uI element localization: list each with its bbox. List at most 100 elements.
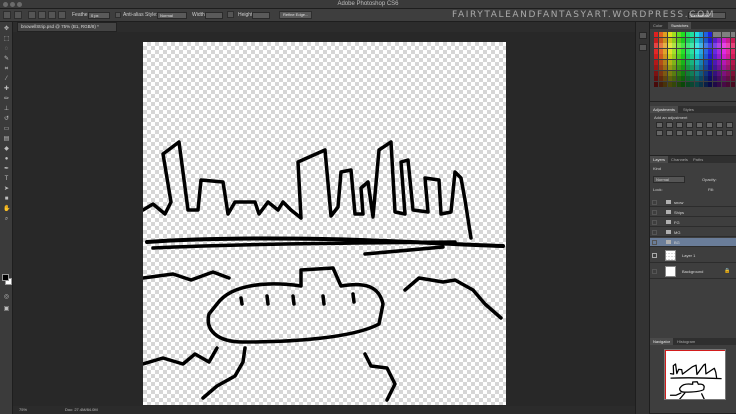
color-swatch[interactable] [699,43,703,48]
color-swatch[interactable] [667,76,672,81]
color-lookup-icon[interactable] [676,130,683,136]
color-swatch[interactable] [667,81,672,87]
color-swatch[interactable] [699,54,703,59]
color-swatch[interactable] [712,76,717,81]
color-swatch[interactable] [672,37,676,43]
color-swatch[interactable] [676,59,681,65]
color-swatch[interactable] [672,65,676,70]
color-swatch[interactable] [676,76,681,81]
color-swatch[interactable] [681,59,685,65]
color-swatch[interactable] [730,59,735,65]
color-swatch[interactable] [717,48,721,54]
color-swatch[interactable] [681,70,685,76]
color-swatch[interactable] [712,54,717,59]
visibility-icon[interactable] [652,210,657,215]
color-swatch[interactable] [690,54,694,59]
tab-channels[interactable]: Channels [668,156,691,163]
color-swatch[interactable] [721,70,726,76]
style-select[interactable]: Normal [157,12,187,19]
color-swatch[interactable] [690,70,694,76]
move-tool-icon[interactable]: ✥ [3,26,10,32]
color-swatch[interactable] [676,65,681,70]
color-swatch[interactable] [654,70,658,76]
shape-tool-icon[interactable]: ■ [3,196,10,202]
color-swatch[interactable] [658,43,663,48]
color-swatch[interactable] [667,43,672,48]
color-swatch[interactable] [663,32,667,37]
layer-row[interactable]: MG [650,228,736,237]
color-swatch[interactable] [730,48,735,54]
color-swatch[interactable] [667,54,672,59]
marquee-preset-icon[interactable] [14,11,22,19]
color-swatch[interactable] [699,59,703,65]
color-swatch[interactable] [681,37,685,43]
color-swatch[interactable] [717,43,721,48]
blend-mode-select[interactable]: Normal [653,176,685,183]
gradient-map-icon[interactable] [716,130,723,136]
color-balance-icon[interactable] [716,122,723,128]
color-swatch[interactable] [654,81,658,87]
home-icon[interactable] [3,11,11,19]
visibility-icon[interactable] [652,230,657,235]
black-white-icon[interactable] [726,122,733,128]
color-swatch[interactable] [712,48,717,54]
clone-stamp-icon[interactable]: ⊥ [3,106,10,112]
color-swatch[interactable] [658,37,663,43]
color-swatch[interactable] [663,54,667,59]
visibility-icon[interactable] [652,269,657,274]
add-selection-icon[interactable] [38,11,46,19]
color-swatch[interactable] [676,54,681,59]
color-swatch[interactable] [730,76,735,81]
color-swatch[interactable] [667,37,672,43]
color-swatch[interactable] [721,59,726,65]
quick-mask-icon[interactable]: ◎ [3,294,10,300]
channel-mixer-icon[interactable] [666,130,673,136]
layer-filter-kind[interactable]: Kind [653,166,661,171]
color-swatch[interactable] [685,59,690,65]
screen-mode-icon[interactable]: ▣ [3,306,10,312]
color-swatch[interactable] [708,32,712,37]
navigator-view-box[interactable] [665,350,725,399]
color-swatch[interactable] [690,43,694,48]
intersect-selection-icon[interactable] [58,11,66,19]
color-swatch[interactable] [676,70,681,76]
color-swatch[interactable] [708,59,712,65]
color-swatch[interactable] [699,65,703,70]
height-input[interactable] [252,12,270,19]
color-swatch[interactable] [708,76,712,81]
color-swatch[interactable] [712,32,717,37]
color-swatch[interactable] [690,59,694,65]
color-swatch[interactable] [676,32,681,37]
color-swatch[interactable] [694,65,699,70]
visibility-icon[interactable] [652,240,657,245]
color-swatch[interactable] [663,37,667,43]
color-swatch[interactable] [685,76,690,81]
eyedropper-tool-icon[interactable]: ⁄ [3,76,10,82]
color-swatch[interactable] [717,76,721,81]
color-swatch[interactable] [726,37,730,43]
color-swatch[interactable] [717,54,721,59]
color-swatch[interactable] [730,32,735,37]
color-swatch[interactable] [726,32,730,37]
color-swatch[interactable] [685,32,690,37]
layer-row[interactable]: Background 🔒 [650,264,736,279]
swap-dimensions-icon[interactable] [227,11,234,18]
visibility-icon[interactable] [652,200,657,205]
color-swatch[interactable] [658,70,663,76]
color-swatch[interactable] [699,48,703,54]
color-swatch[interactable] [717,32,721,37]
invert-icon[interactable] [686,130,693,136]
exposure-icon[interactable] [686,122,693,128]
hand-tool-icon[interactable]: ✋ [3,206,10,212]
refine-edge-button[interactable]: Refine Edge... [279,11,313,19]
subtract-selection-icon[interactable] [48,11,56,19]
color-swatch[interactable] [658,76,663,81]
color-swatch[interactable] [681,81,685,87]
properties-panel-icon[interactable] [639,44,647,51]
color-swatch[interactable] [730,81,735,87]
color-swatch[interactable] [708,43,712,48]
tab-color[interactable]: Color [650,22,666,29]
color-swatch[interactable] [658,54,663,59]
foreground-color-swatch[interactable] [2,274,9,281]
healing-brush-icon[interactable]: ✚ [3,86,10,92]
